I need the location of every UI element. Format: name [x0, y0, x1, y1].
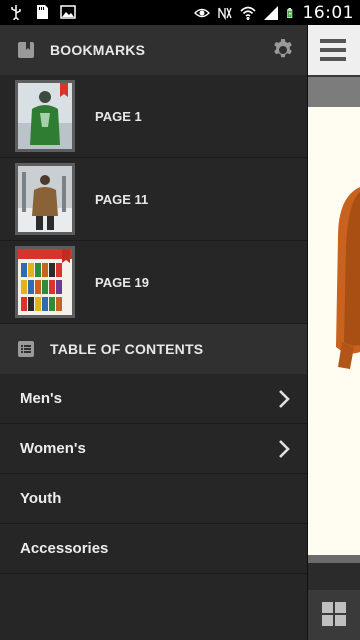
grid-icon[interactable] — [322, 602, 346, 626]
navigation-drawer: BOOKMARKS PAGE 1 PAGE 11 PAGE 19 TABLE O… — [0, 25, 308, 640]
page-content-image[interactable] — [308, 107, 360, 555]
toc-item-label: Youth — [20, 490, 62, 507]
bookmark-item[interactable]: PAGE 19 — [0, 241, 307, 324]
bookmark-label: PAGE 1 — [95, 109, 142, 124]
chevron-right-icon — [279, 390, 290, 408]
toc-item-label: Accessories — [20, 540, 109, 557]
wifi-icon — [239, 6, 256, 20]
toc-item-youth[interactable]: Youth — [0, 474, 307, 524]
bookmark-label: PAGE 19 — [95, 275, 149, 290]
mute-icon — [217, 7, 232, 21]
toc-item-label: Women's — [20, 440, 86, 457]
usb-icon — [11, 5, 21, 20]
bookmark-label: PAGE 11 — [95, 192, 149, 207]
chevron-right-icon — [279, 440, 290, 458]
eye-icon — [193, 8, 210, 18]
page-strip — [308, 77, 360, 107]
bookmarks-title: BOOKMARKS — [50, 42, 146, 58]
page-bottom-bar — [308, 555, 360, 590]
toc-header: TABLE OF CONTENTS — [0, 324, 307, 374]
sd-card-icon — [37, 5, 48, 19]
bookmarks-header: BOOKMARKS — [0, 25, 307, 75]
toc-item-womens[interactable]: Women's — [0, 424, 307, 474]
battery-icon — [286, 8, 292, 18]
toc-title: TABLE OF CONTENTS — [50, 341, 204, 357]
list-icon — [18, 341, 34, 357]
toc-item-accessories[interactable]: Accessories — [0, 524, 307, 574]
image-icon — [60, 5, 76, 19]
status-bar: 16:01 — [0, 0, 360, 25]
bookmark-thumbnail — [15, 246, 75, 318]
menu-icon[interactable] — [320, 39, 346, 66]
bookmark-thumbnail — [15, 80, 75, 152]
bookmark-item[interactable]: PAGE 1 — [0, 75, 307, 158]
bookmark-icon — [18, 42, 34, 58]
bookmark-item[interactable]: PAGE 11 — [0, 158, 307, 241]
document-page[interactable] — [308, 25, 360, 640]
signal-icon — [263, 6, 278, 20]
page-toolbar — [308, 25, 360, 75]
bookmark-thumbnail — [15, 163, 75, 235]
toc-item-label: Men's — [20, 390, 62, 407]
toc-item-mens[interactable]: Men's — [0, 374, 307, 424]
clock: 16:01 — [302, 3, 354, 23]
jacket-image — [336, 187, 360, 369]
gear-icon[interactable] — [271, 38, 295, 62]
